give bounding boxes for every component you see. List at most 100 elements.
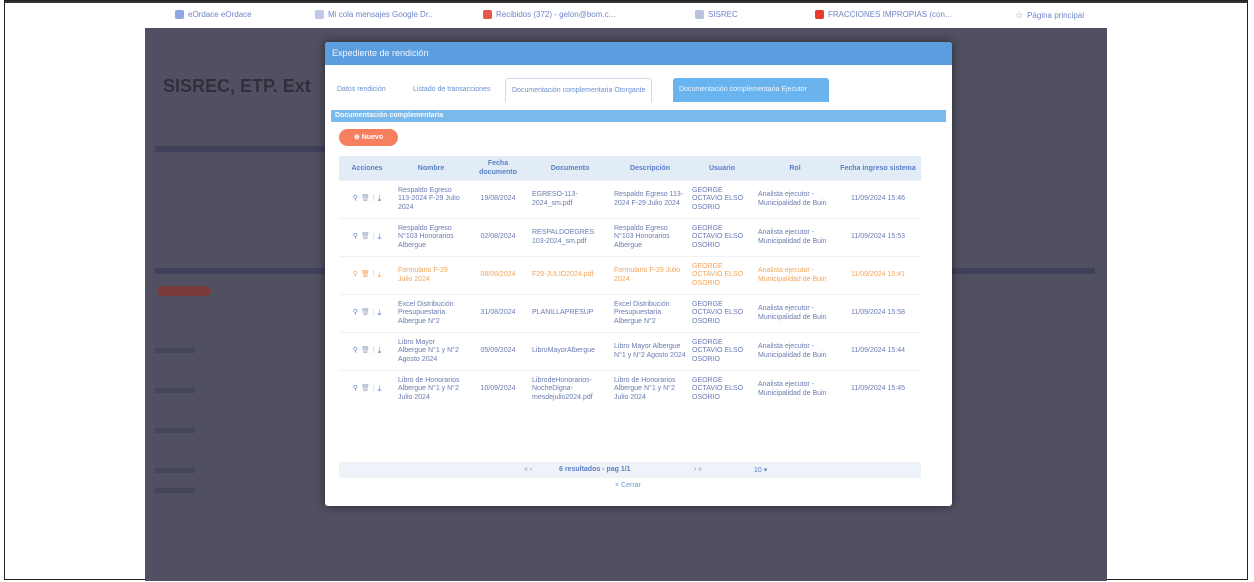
row-actions: ⚲ 🗑 | ⤓	[339, 332, 395, 371]
row-actions: ⚲ 🗑 | ⤓	[339, 370, 395, 408]
bookmark-item[interactable]: SISREC	[695, 10, 738, 19]
col-header-fecha-ingreso[interactable]: Fecha ingreso sistema	[835, 156, 921, 181]
separator-icon: |	[372, 309, 375, 317]
backdrop-row	[155, 488, 195, 493]
download-icon[interactable]: ⤓	[378, 195, 382, 204]
cell-rol: Analista ejecutor - Municipalidad de Bui…	[755, 256, 835, 295]
download-icon[interactable]: ⤓	[378, 347, 382, 356]
col-header-nombre[interactable]: Nombre	[395, 156, 467, 181]
view-icon[interactable]: ⚲	[353, 347, 358, 356]
bookmark-label: Página principal	[1027, 11, 1085, 20]
cell-documento: LibrodeHonorarios-NocheDigna-mesdejulio2…	[529, 370, 611, 408]
view-icon[interactable]: ⚲	[353, 309, 358, 318]
cell-nombre: Respaldo Egreso N°103 Honorarios Albergu…	[395, 218, 467, 257]
tab-datos-rendicion[interactable]: Datos rendición	[331, 78, 392, 102]
cell-rol: Analista ejecutor - Municipalidad de Bui…	[755, 332, 835, 371]
cell-nombre: Libro de Honorarios Albergue N°1 y N°2 J…	[395, 370, 467, 408]
bookmark-item[interactable]: eOrdace eOrdace	[175, 10, 252, 19]
col-header-rol[interactable]: Rol	[755, 156, 835, 181]
view-icon[interactable]: ⚲	[353, 271, 358, 280]
youtube-icon	[815, 10, 824, 19]
delete-icon[interactable]: 🗑	[361, 271, 370, 280]
cell-descripcion: Formulario F-29 Julio 2024	[611, 256, 689, 295]
new-button[interactable]: ⊕ Nuevo	[339, 129, 398, 146]
bookmark-label: SISREC	[708, 10, 738, 19]
modal-tabs: Datos rendición Listado de transacciones…	[325, 78, 952, 102]
documents-table: Acciones Nombre Fecha documento Document…	[339, 156, 921, 408]
backdrop-line	[155, 146, 325, 152]
section-title: Documentación complementaria	[331, 110, 946, 122]
plus-icon: ⊕	[353, 134, 360, 141]
download-icon[interactable]: ⤓	[378, 385, 382, 394]
col-header-descripcion[interactable]: Descripción	[611, 156, 689, 181]
cell-documento: LibroMayorAlbergue	[529, 332, 611, 371]
tab-doc-otorgante[interactable]: Documentación complementaria Otorgante	[505, 78, 653, 102]
separator-icon: |	[372, 271, 375, 279]
view-icon[interactable]: ⚲	[353, 233, 358, 242]
bookmark-label: FRACCIONES IMPROPIAS (con...	[828, 10, 952, 19]
cell-descripcion: Libro de Honorarios Albergue N°1 y N°2 J…	[611, 370, 689, 408]
link-icon	[695, 10, 704, 19]
bookmark-item[interactable]: ☆ Página principal	[1015, 10, 1084, 21]
separator-icon: |	[372, 195, 375, 203]
backdrop-row	[155, 348, 195, 353]
delete-icon[interactable]: 🗑	[361, 233, 370, 242]
delete-icon[interactable]: 🗑	[361, 385, 370, 394]
col-header-acciones[interactable]: Acciones	[339, 156, 395, 181]
close-button-label: Cerrar	[621, 482, 641, 489]
table-row: ⚲ 🗑 | ⤓ Excel Distribución Presupuestaria A…	[339, 294, 921, 333]
cell-fecha-documento: 08/08/2024	[467, 256, 529, 295]
separator-icon: |	[372, 233, 375, 241]
col-header-documento[interactable]: Documento	[529, 156, 611, 181]
doc-icon	[315, 10, 324, 19]
cell-fecha-ingreso: 11/09/2024 15:58	[835, 294, 921, 333]
cell-rol: Analista ejecutor - Municipalidad de Bui…	[755, 370, 835, 408]
last-page-icon[interactable]: › »	[694, 466, 702, 473]
cell-fecha-documento: 19/08/2024	[467, 180, 529, 219]
table-row: ⚲ 🗑 | ⤓ Libro de Honorarios Albergue N°1 y …	[339, 370, 921, 408]
cell-fecha-documento: 05/09/2024	[467, 332, 529, 371]
cell-rol: Analista ejecutor - Municipalidad de Bui…	[755, 218, 835, 257]
delete-icon[interactable]: 🗑	[361, 195, 370, 204]
page-size-select[interactable]: 10 ▾	[754, 466, 767, 474]
col-header-usuario[interactable]: Usuario	[689, 156, 755, 181]
col-header-fecha-documento[interactable]: Fecha documento	[467, 156, 529, 181]
download-icon[interactable]: ⤓	[378, 233, 382, 242]
row-actions: ⚲ 🗑 | ⤓	[339, 294, 395, 333]
view-icon[interactable]: ⚲	[353, 195, 358, 204]
cell-nombre: Formulario F-29 Julio 2024	[395, 256, 467, 295]
first-page-icon[interactable]: « ‹	[524, 466, 532, 473]
cell-fecha-documento: 31/08/2024	[467, 294, 529, 333]
expediente-modal: Expediente de rendición Datos rendición …	[325, 42, 952, 506]
page-size-value: 10	[754, 467, 762, 474]
separator-icon: |	[372, 385, 375, 393]
cell-documento: RESPALDOEGRES 103-2024_sm.pdf	[529, 218, 611, 257]
bookmark-item[interactable]: Recibidos (372) - gelon@bom.c...	[483, 10, 615, 19]
delete-icon[interactable]: 🗑	[361, 347, 370, 356]
backdrop-row	[155, 428, 195, 433]
cell-fecha-ingreso: 11/09/2024 15:44	[835, 332, 921, 371]
backdrop-row	[155, 388, 195, 393]
tab-listado-transacciones[interactable]: Listado de transacciones	[407, 78, 496, 102]
modal-title: Expediente de rendición	[325, 42, 952, 65]
close-button[interactable]: × Cerrar	[615, 482, 641, 489]
download-icon[interactable]: ⤓	[378, 271, 382, 280]
row-actions: ⚲ 🗑 | ⤓	[339, 218, 395, 257]
table-row-highlighted: ⚲ 🗑 | ⤓ Formulario F-29 Julio 2024 08/08/20…	[339, 256, 921, 295]
cell-fecha-ingreso: 11/09/2024 15:41	[835, 256, 921, 295]
top-rule	[5, 1, 1247, 3]
view-icon[interactable]: ⚲	[353, 385, 358, 394]
delete-icon[interactable]: 🗑	[361, 309, 370, 318]
bookmark-item[interactable]: FRACCIONES IMPROPIAS (con...	[815, 10, 952, 19]
cell-fecha-ingreso: 11/09/2024 15:45	[835, 370, 921, 408]
bookmark-item[interactable]: Mi cola mensajes Google Dr..	[315, 10, 433, 19]
table-header-row: Acciones Nombre Fecha documento Document…	[339, 156, 921, 181]
cell-descripcion: Excel Distribución Presupuestaria Alberg…	[611, 294, 689, 333]
tab-doc-ejecutor[interactable]: Documentación complementaria Ejecutor	[673, 78, 829, 102]
download-icon[interactable]: ⤓	[378, 309, 382, 318]
cell-usuario: GEORGE OCTAVIO ELSO OSORIO	[689, 180, 755, 219]
cell-fecha-documento: 02/08/2024	[467, 218, 529, 257]
cell-nombre: Excel Distribución Presupuestaria Alberg…	[395, 294, 467, 333]
cell-rol: Analista ejecutor - Municipalidad de Bui…	[755, 294, 835, 333]
new-button-label: Nuevo	[361, 134, 384, 141]
